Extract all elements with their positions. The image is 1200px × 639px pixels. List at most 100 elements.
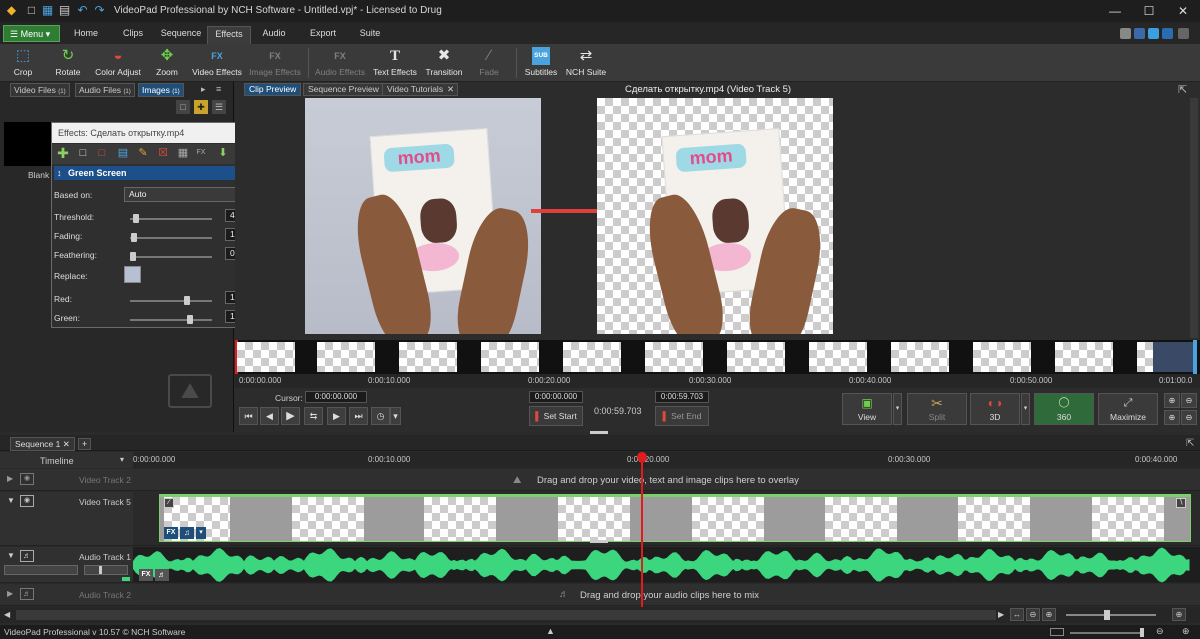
transition-button[interactable]: ✖ Transition (424, 47, 464, 81)
3d-dropdown-button[interactable]: ▾ (1021, 393, 1030, 425)
tab-sequence[interactable]: Sequence (156, 26, 206, 44)
facebook-icon[interactable] (1134, 28, 1145, 39)
green-slider[interactable] (130, 319, 212, 321)
track-resize-handle[interactable] (590, 540, 608, 543)
window-mode-icon[interactable] (1050, 628, 1064, 636)
video-effects-button[interactable]: FX Video Effects (191, 47, 243, 81)
speaker-icon[interactable]: ♬ (20, 550, 34, 562)
original-video-frame[interactable]: mom (305, 98, 541, 334)
fade-out-handle-icon[interactable]: ∖ (1176, 498, 1186, 508)
film-icon[interactable]: ▦ (176, 146, 190, 160)
green-slider-knob[interactable] (187, 315, 193, 324)
audio-clip-volume-icon[interactable]: ♬ (155, 569, 169, 581)
fade-in-handle-icon[interactable]: ∕ (164, 498, 174, 508)
blank-clip-thumbnail[interactable] (4, 122, 52, 166)
add-sequence-button[interactable]: + (78, 438, 91, 450)
timeline-scrollbar[interactable] (16, 610, 996, 620)
speed-dropdown-button[interactable]: ▾ (390, 407, 401, 425)
add-keyframe-icon[interactable]: □ (76, 146, 90, 160)
twitter-icon[interactable] (1148, 28, 1159, 39)
close-tab-icon[interactable]: ✕ (447, 84, 454, 95)
red-slider-knob[interactable] (183, 296, 190, 305)
undock-timeline-icon[interactable]: ⇱ (1186, 438, 1194, 449)
expand-track-icon[interactable]: ▶ (7, 589, 13, 598)
subtitles-button[interactable]: SUB Subtitles (522, 47, 560, 81)
close-sequence-icon[interactable]: ✕ (63, 439, 70, 449)
fit-preview-icon[interactable]: ⊕ (1164, 410, 1180, 425)
keyed-video-frame[interactable]: mom (597, 98, 833, 334)
maximize-preview-button[interactable]: ⤢ Maximize (1098, 393, 1158, 425)
eye-icon[interactable]: ◉ (20, 473, 34, 485)
list-view-icon[interactable]: ☰ (212, 100, 226, 114)
replace-color-swatch[interactable] (124, 266, 141, 283)
tab-video-tutorials[interactable]: Video Tutorials ✕ (382, 83, 459, 96)
ui-zoom-in-icon[interactable]: ⊕ (1182, 626, 1190, 637)
zoom-timeline-icon[interactable]: ⊕ (1042, 608, 1056, 621)
new-project-icon[interactable]: □ (24, 3, 39, 18)
delete-effect-icon[interactable]: ☒ (156, 146, 170, 160)
panel-menu-icon[interactable]: ≡ (216, 84, 226, 96)
undock-icon[interactable]: ⇱ (1178, 83, 1187, 96)
zoom-in-timeline-icon[interactable]: ⊕ (1172, 608, 1186, 621)
3d-button[interactable]: ◐◑ 3D (970, 393, 1020, 425)
tab-home[interactable]: Home (66, 26, 106, 44)
video-clip[interactable]: ∕ ∖ FX ♫ ▾ (159, 494, 1191, 542)
feathering-slider[interactable] (130, 256, 212, 258)
panel-splitter-handle[interactable] (590, 431, 608, 434)
timeline-zoom-slider[interactable] (1066, 614, 1156, 616)
timeline-ruler[interactable]: 0:00:00.000 0:00:10.000 0:00:20.000 0:00… (133, 452, 1200, 468)
tab-clips[interactable]: Clips (112, 26, 154, 44)
redo-icon[interactable]: ↷ (92, 3, 107, 18)
previous-frame-button[interactable]: ◀ (260, 407, 279, 425)
ui-zoom-out-icon[interactable]: ⊖ (1156, 626, 1164, 637)
playback-speed-button[interactable]: ◷ (371, 407, 390, 425)
scroll-left-icon[interactable]: ◀ (4, 610, 10, 619)
maximize-button[interactable]: ☐ (1132, 0, 1166, 22)
set-start-timecode[interactable]: 0:00:00.000 (529, 391, 583, 403)
rotate-button[interactable]: ↻ Rotate (50, 47, 86, 81)
options-icon[interactable] (1178, 28, 1189, 39)
expand-track-icon[interactable]: ▶ (7, 474, 13, 483)
threshold-slider[interactable] (130, 218, 212, 220)
fade-button[interactable]: ∕ Fade (474, 47, 504, 81)
cursor-timecode[interactable]: 0:00:00.000 (305, 391, 367, 403)
audio-clip-fx-icon[interactable]: FX (139, 569, 153, 581)
feathering-slider-knob[interactable] (130, 252, 136, 261)
tab-sequence-1[interactable]: Sequence 1 ✕ (10, 437, 75, 451)
actual-size-icon[interactable]: ⊖ (1181, 410, 1197, 425)
scroll-right-icon[interactable]: ▶ (998, 610, 1004, 619)
clip-end-marker[interactable] (1193, 340, 1197, 374)
clip-thumbnail-strip[interactable] (235, 340, 1200, 374)
collapse-track-icon[interactable]: ▼ (7, 496, 15, 505)
expand-panel-icon[interactable]: ▲ (546, 626, 555, 636)
color-adjust-button[interactable]: ◒ Color Adjust (93, 47, 143, 81)
eye-icon[interactable]: ◉ (20, 495, 34, 507)
open-project-icon[interactable]: ▦ (40, 3, 55, 18)
tab-video-files[interactable]: Video Files (1) (10, 83, 70, 97)
close-button[interactable]: ✕ (1166, 0, 1200, 22)
fading-slider-knob[interactable] (130, 233, 137, 242)
clip-fx-icon[interactable]: FX (164, 527, 178, 539)
loop-button[interactable]: ⇆ (304, 407, 323, 425)
clip-ruler[interactable]: 0:00:00.000 0:00:10.000 0:00:20.000 0:00… (235, 374, 1200, 388)
tab-sequence-preview[interactable]: Sequence Preview (303, 83, 384, 96)
set-start-button[interactable]: ▌ Set Start (529, 406, 583, 426)
zoom-in-preview-icon[interactable]: ⊕ (1164, 393, 1180, 408)
speaker-icon[interactable]: ♬ (20, 588, 34, 600)
ui-zoom-knob[interactable] (1140, 628, 1144, 637)
add-effect-icon[interactable]: ✚ (56, 146, 70, 160)
video-track-5-lane[interactable]: ∕ ∖ FX ♫ ▾ (133, 492, 1200, 546)
crop-button[interactable]: ⬚ Crop (6, 47, 40, 81)
set-end-button[interactable]: ▌ Set End (655, 406, 709, 426)
set-end-timecode[interactable]: 0:00:59.703 (655, 391, 709, 403)
clip-menu-icon[interactable]: ▾ (196, 527, 206, 539)
tab-scroll-right-icon[interactable]: ▸ (201, 84, 211, 96)
red-slider[interactable] (130, 300, 212, 302)
tab-effects[interactable]: Effects (207, 26, 251, 44)
main-menu-button[interactable]: ☰ Menu ▾ (3, 25, 60, 42)
tab-suite[interactable]: Suite (352, 26, 388, 44)
ui-zoom-slider[interactable] (1070, 632, 1144, 634)
zoom-out-preview-icon[interactable]: ⊖ (1181, 393, 1197, 408)
go-to-start-button[interactable]: ⏮ (239, 407, 258, 425)
video-track-2-lane[interactable]: ⛰ Drag and drop your video, text and ima… (133, 469, 1200, 491)
